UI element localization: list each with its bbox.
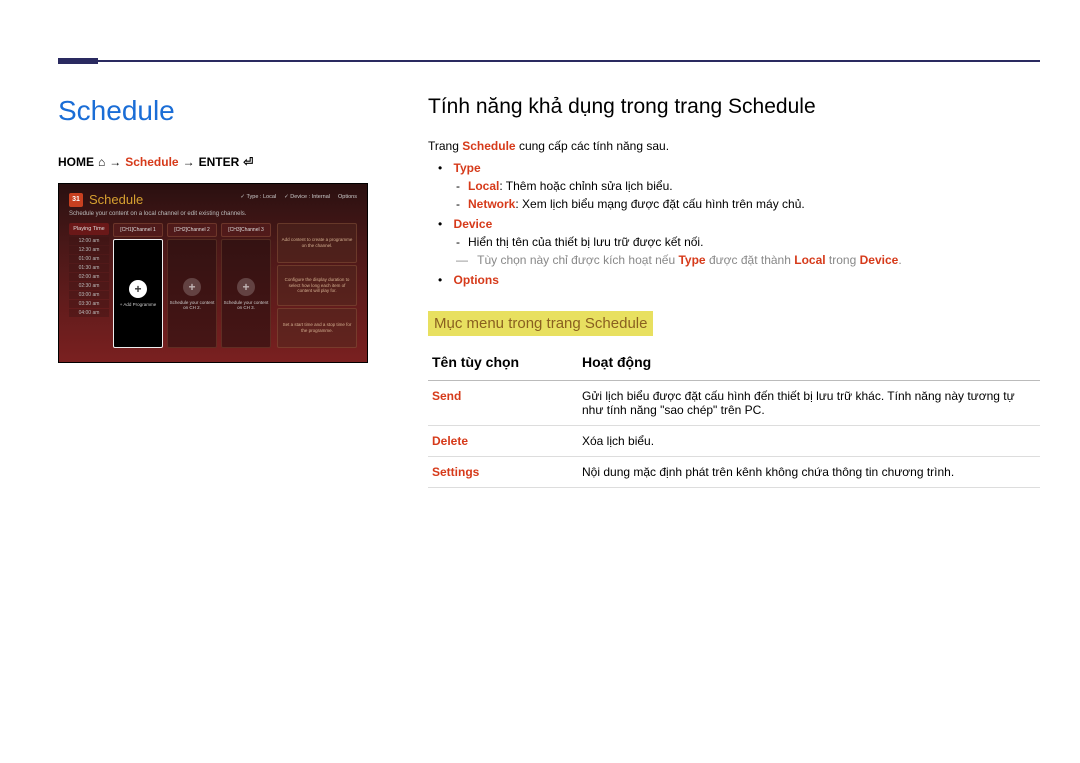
intro-text: Trang Schedule cung cấp các tính năng sa… [428,139,1040,153]
page-title: Schedule [58,95,398,127]
plus-icon[interactable]: + [237,278,255,296]
home-icon: ⌂ [98,155,105,169]
sc-channel-3[interactable]: [CH3]Channel 3 + Schedule your content o… [221,223,271,348]
sc-ch1-header: [CH1]Channel 1 [113,223,163,237]
feature-type: Type Local: Thêm hoặc chỉnh sửa lịch biể… [438,161,1040,211]
sc-time-row: 03:30 am [69,300,109,308]
sc-title: Schedule [89,192,143,207]
sc-time-row: 12:30 am [69,246,109,254]
sc-time-row: 12:00 am [69,237,109,245]
breadcrumb-enter: ENTER [199,155,240,169]
sc-ch2-header: [CH2]Channel 2 [167,223,217,237]
breadcrumb-arrow: → [183,155,195,169]
sc-time-column: Playing Time 12:00 am 12:30 am 01:00 am … [69,223,109,348]
sc-side-hints: Add content to create a programme on the… [277,223,357,348]
sc-time-row: 02:30 am [69,282,109,290]
type-local: Local: Thêm hoặc chỉnh sửa lịch biểu. [456,179,1040,193]
type-network: Network: Xem lịch biểu mạng được đặt cấu… [456,197,1040,211]
sc-time-row: 01:30 am [69,264,109,272]
sc-body: Playing Time 12:00 am 12:30 am 01:00 am … [69,223,357,348]
sc-ch2-label: Schedule your content on CH 2. [168,300,216,310]
opt-delete: Delete [428,426,578,457]
breadcrumb-home: HOME [58,155,94,169]
sc-device-selector[interactable]: ✓ Device : Internal [284,194,330,200]
th-name: Tên tùy chọn [428,348,578,381]
right-column: Tính năng khả dụng trong trang Schedule … [428,95,1040,488]
sc-ch3-header: [CH3]Channel 3 [221,223,271,237]
table-row: Send Gửi lịch biểu được đặt cấu hình đến… [428,381,1040,426]
opt-send: Send [428,381,578,426]
plus-icon[interactable]: + [129,280,147,298]
sc-ch3-label: Schedule your content on CH 3. [222,300,270,310]
sc-time-row: 02:00 am [69,273,109,281]
calendar-icon: 31 [69,193,83,207]
top-divider [58,60,1040,62]
table-row: Delete Xóa lịch biểu. [428,426,1040,457]
page-container: Schedule HOME ⌂ → Schedule → ENTER ⏎ 31 … [0,0,1080,488]
sc-channel-2[interactable]: [CH2]Channel 2 + Schedule your content o… [167,223,217,348]
device-desc: Hiển thị tên của thiết bị lưu trữ được k… [456,235,1040,249]
sc-subtitle: Schedule your content on a local channel… [69,211,357,217]
opt-settings-desc: Nội dung mặc định phát trên kênh không c… [578,457,1040,488]
device-note: Tùy chọn này chỉ được kích hoạt nếu Type… [456,253,1040,267]
sc-hint-3: Set a start time and a stop time for the… [277,308,357,348]
th-action: Hoạt động [578,348,1040,381]
breadcrumb: HOME ⌂ → Schedule → ENTER ⏎ [58,155,398,169]
section-header: Mục menu trong trang Schedule [428,311,653,336]
feature-device: Device Hiển thị tên của thiết bị lưu trữ… [438,217,1040,267]
feature-options: Options [438,273,1040,287]
sc-channel-1[interactable]: [CH1]Channel 1 + + Add Programme [113,223,163,348]
sc-time-row: 03:00 am [69,291,109,299]
enter-icon: ⏎ [243,155,253,169]
opt-send-desc: Gửi lịch biểu được đặt cấu hình đến thiế… [578,381,1040,426]
sc-time-row: 01:00 am [69,255,109,263]
feature-list: Type Local: Thêm hoặc chỉnh sửa lịch biể… [438,161,1040,287]
table-row: Settings Nội dung mặc định phát trên kên… [428,457,1040,488]
sc-hint-2: Configure the display duration to select… [277,265,357,305]
breadcrumb-schedule: Schedule [125,155,178,169]
left-column: Schedule HOME ⌂ → Schedule → ENTER ⏎ 31 … [58,95,398,488]
sc-hint-1: Add content to create a programme on the… [277,223,357,263]
opt-settings: Settings [428,457,578,488]
sc-time-row: 04:00 am [69,309,109,317]
sc-ch1-label: + Add Programme [120,302,156,307]
sc-options[interactable]: Options [338,194,357,200]
sc-top-controls: ✓ Type : Local ✓ Device : Internal Optio… [240,194,357,200]
options-table: Tên tùy chọn Hoạt động Send Gửi lịch biể… [428,348,1040,488]
opt-delete-desc: Xóa lịch biểu. [578,426,1040,457]
plus-icon[interactable]: + [183,278,201,296]
sc-type-selector[interactable]: ✓ Type : Local [240,194,276,200]
sc-time-header: Playing Time [69,223,109,235]
breadcrumb-arrow: → [109,155,121,169]
tv-screenshot: 31 Schedule ✓ Type : Local ✓ Device : In… [58,183,368,363]
note-icon [456,253,474,267]
right-title: Tính năng khả dụng trong trang Schedule [428,95,1040,119]
